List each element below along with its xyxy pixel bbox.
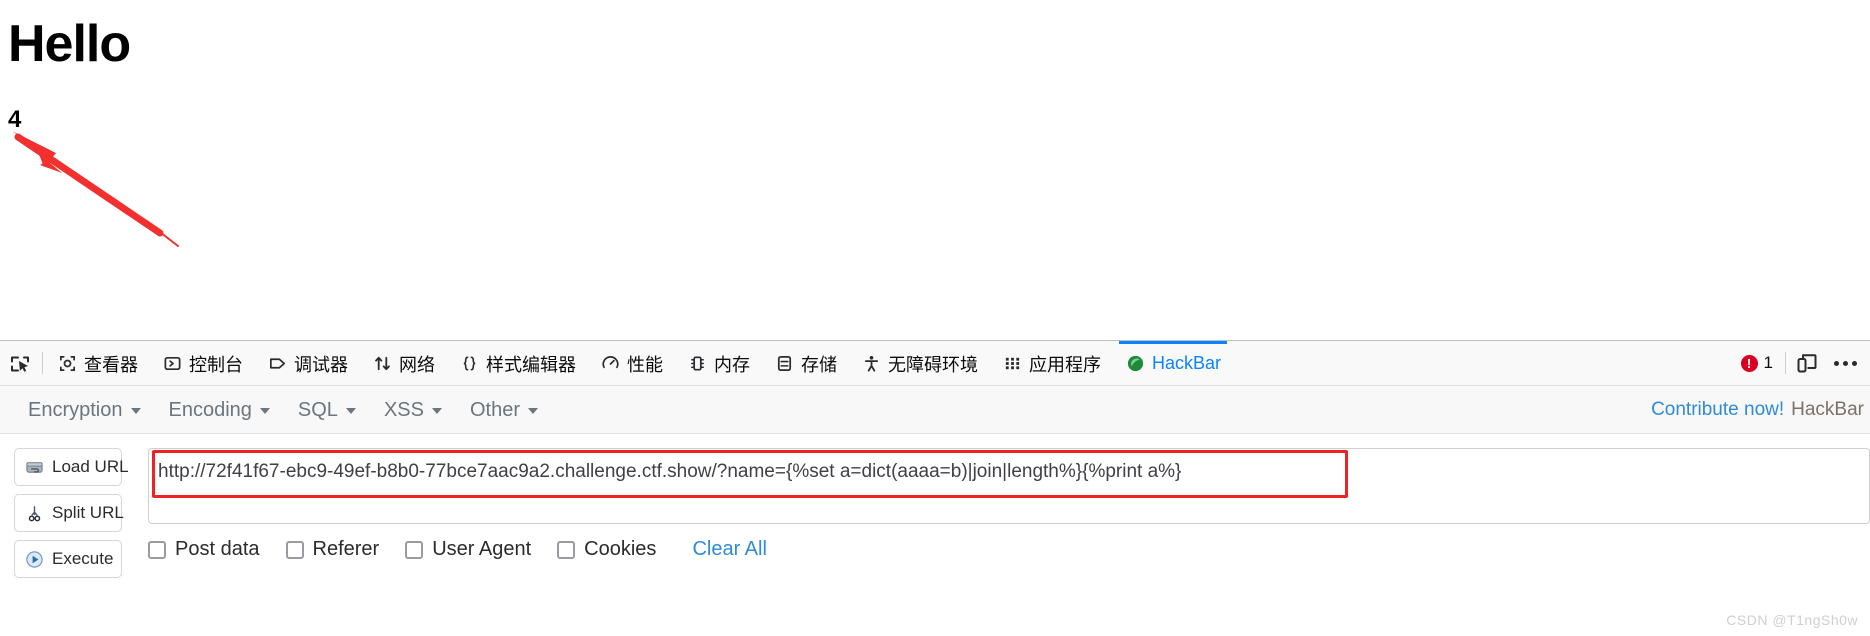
tab-label: 查看器	[84, 354, 138, 375]
tab-memory[interactable]: 内存	[675, 341, 762, 386]
menu-label: XSS	[383, 398, 424, 421]
menu-label: Other	[469, 398, 520, 421]
hackbar-body: Load URL Split URL Execute http://72f41f…	[0, 434, 1870, 578]
tab-debugger[interactable]: 调试器	[255, 341, 360, 386]
responsive-design-mode-icon[interactable]	[1788, 341, 1826, 386]
chevron-down-icon	[431, 408, 442, 414]
chevron-down-icon	[345, 408, 356, 414]
url-input[interactable]	[148, 448, 1870, 524]
hackbar-url-area	[148, 448, 1870, 524]
option-label: Cookies	[584, 538, 657, 560]
inspector-icon	[57, 354, 77, 374]
chevron-down-icon	[259, 408, 270, 414]
load-url-button[interactable]: Load URL	[14, 448, 129, 486]
hackbar-options-row: Post data Referer User Agent Cookies Cle…	[148, 538, 767, 561]
devtools-tabbar: 查看器 控制台 调试器 网络 样式编辑器 性能 内存 存储 无障碍环境 应用程序…	[0, 341, 1870, 386]
chevron-down-icon	[130, 408, 141, 414]
tab-accessibility[interactable]: 无障碍环境	[849, 341, 990, 386]
option-referer[interactable]: Referer	[285, 538, 380, 561]
debugger-icon	[267, 354, 287, 374]
contribute-link[interactable]: Contribute now!	[1651, 399, 1784, 421]
option-label: User Agent	[432, 538, 532, 560]
tab-network[interactable]: 网络	[360, 341, 447, 386]
watermark: CSDN @T1ngSh0w	[1726, 612, 1858, 628]
tab-performance[interactable]: 性能	[588, 341, 675, 386]
error-icon: !	[1740, 354, 1758, 372]
devtools-toolbar-right: ! 1	[1731, 341, 1870, 385]
element-picker-icon[interactable]	[0, 341, 40, 386]
browser-window: Hello 4 查看器 控制台 调试器 网络 样式编辑器 性能 内存 存储 无障…	[0, 0, 1870, 636]
menu-label: Encoding	[168, 398, 252, 421]
option-user-agent[interactable]: User Agent	[405, 538, 531, 561]
page-output-value: 4	[8, 106, 22, 133]
tab-hackbar[interactable]: HackBar	[1113, 341, 1233, 386]
menu-encoding[interactable]: Encoding	[155, 395, 284, 426]
hackbar-branding: Contribute now! HackBar	[1651, 399, 1870, 421]
clear-all-link[interactable]: Clear All	[692, 538, 766, 561]
tab-label: 调试器	[294, 354, 348, 375]
menu-label: SQL	[297, 398, 338, 421]
more-options-icon[interactable]	[1826, 341, 1864, 386]
toolbar-divider	[42, 352, 43, 374]
performance-icon	[600, 354, 620, 374]
button-label: Execute	[52, 549, 114, 568]
tab-label: 应用程序	[1029, 354, 1101, 375]
page-content-area: Hello 4	[0, 0, 1870, 340]
menu-sql[interactable]: SQL	[284, 395, 370, 426]
tab-label: 内存	[714, 354, 750, 375]
execute-button[interactable]: Execute	[14, 540, 122, 578]
network-icon	[372, 354, 392, 374]
style-editor-icon	[459, 354, 479, 374]
page-title: Hello	[8, 15, 131, 73]
tab-label: HackBar	[1152, 353, 1222, 373]
button-label: Split URL	[52, 503, 124, 522]
tab-label: 网络	[399, 354, 435, 375]
application-icon	[1002, 354, 1022, 374]
tab-label: 样式编辑器	[486, 354, 576, 375]
tab-storage[interactable]: 存储	[762, 341, 849, 386]
button-label: Load URL	[52, 457, 129, 476]
menu-other[interactable]: Other	[456, 395, 552, 426]
hackbar-menubar: Encryption Encoding SQL XSS Other Contri…	[0, 387, 1870, 434]
tab-style-editor[interactable]: 样式编辑器	[447, 341, 588, 386]
hackbar-icon	[1125, 354, 1145, 374]
option-cookies[interactable]: Cookies	[557, 538, 656, 561]
hackbar-action-buttons: Load URL Split URL Execute	[14, 448, 129, 586]
tab-label: 无障碍环境	[888, 354, 978, 375]
referer-checkbox[interactable]	[285, 540, 304, 559]
error-count-badge[interactable]: ! 1	[1731, 353, 1783, 373]
console-icon	[162, 354, 182, 374]
devtools-panel: 查看器 控制台 调试器 网络 样式编辑器 性能 内存 存储 无障碍环境 应用程序…	[0, 340, 1870, 636]
execute-play-icon	[24, 549, 44, 569]
tab-application[interactable]: 应用程序	[990, 341, 1113, 386]
option-label: Post data	[175, 538, 260, 560]
chevron-down-icon	[528, 408, 538, 414]
menu-label: Encryption	[28, 398, 123, 421]
split-url-scissors-icon	[24, 503, 44, 523]
error-count-label: 1	[1763, 353, 1773, 372]
tab-console[interactable]: 控制台	[150, 341, 255, 386]
hackbar-panel: Encryption Encoding SQL XSS Other Contri…	[0, 387, 1870, 636]
red-arrow-annotation	[12, 131, 179, 247]
post-data-checkbox[interactable]	[148, 540, 166, 559]
accessibility-icon	[861, 354, 881, 374]
menu-encryption[interactable]: Encryption	[14, 395, 155, 426]
memory-icon	[687, 354, 707, 374]
user-agent-checkbox[interactable]	[405, 540, 424, 559]
option-post-data[interactable]: Post data	[148, 538, 260, 561]
tab-label: 控制台	[189, 354, 243, 375]
option-label: Referer	[312, 538, 380, 560]
toolbar-divider	[1785, 352, 1786, 374]
hackbar-brand-label: HackBar	[1791, 399, 1864, 420]
tab-label: 性能	[627, 354, 663, 375]
split-url-button[interactable]: Split URL	[14, 494, 124, 532]
menu-xss[interactable]: XSS	[370, 395, 456, 426]
storage-icon	[774, 354, 794, 374]
load-url-icon	[24, 457, 44, 477]
tab-inspector[interactable]: 查看器	[45, 341, 150, 386]
cookies-checkbox[interactable]	[557, 540, 576, 559]
tab-label: 存储	[801, 354, 837, 375]
